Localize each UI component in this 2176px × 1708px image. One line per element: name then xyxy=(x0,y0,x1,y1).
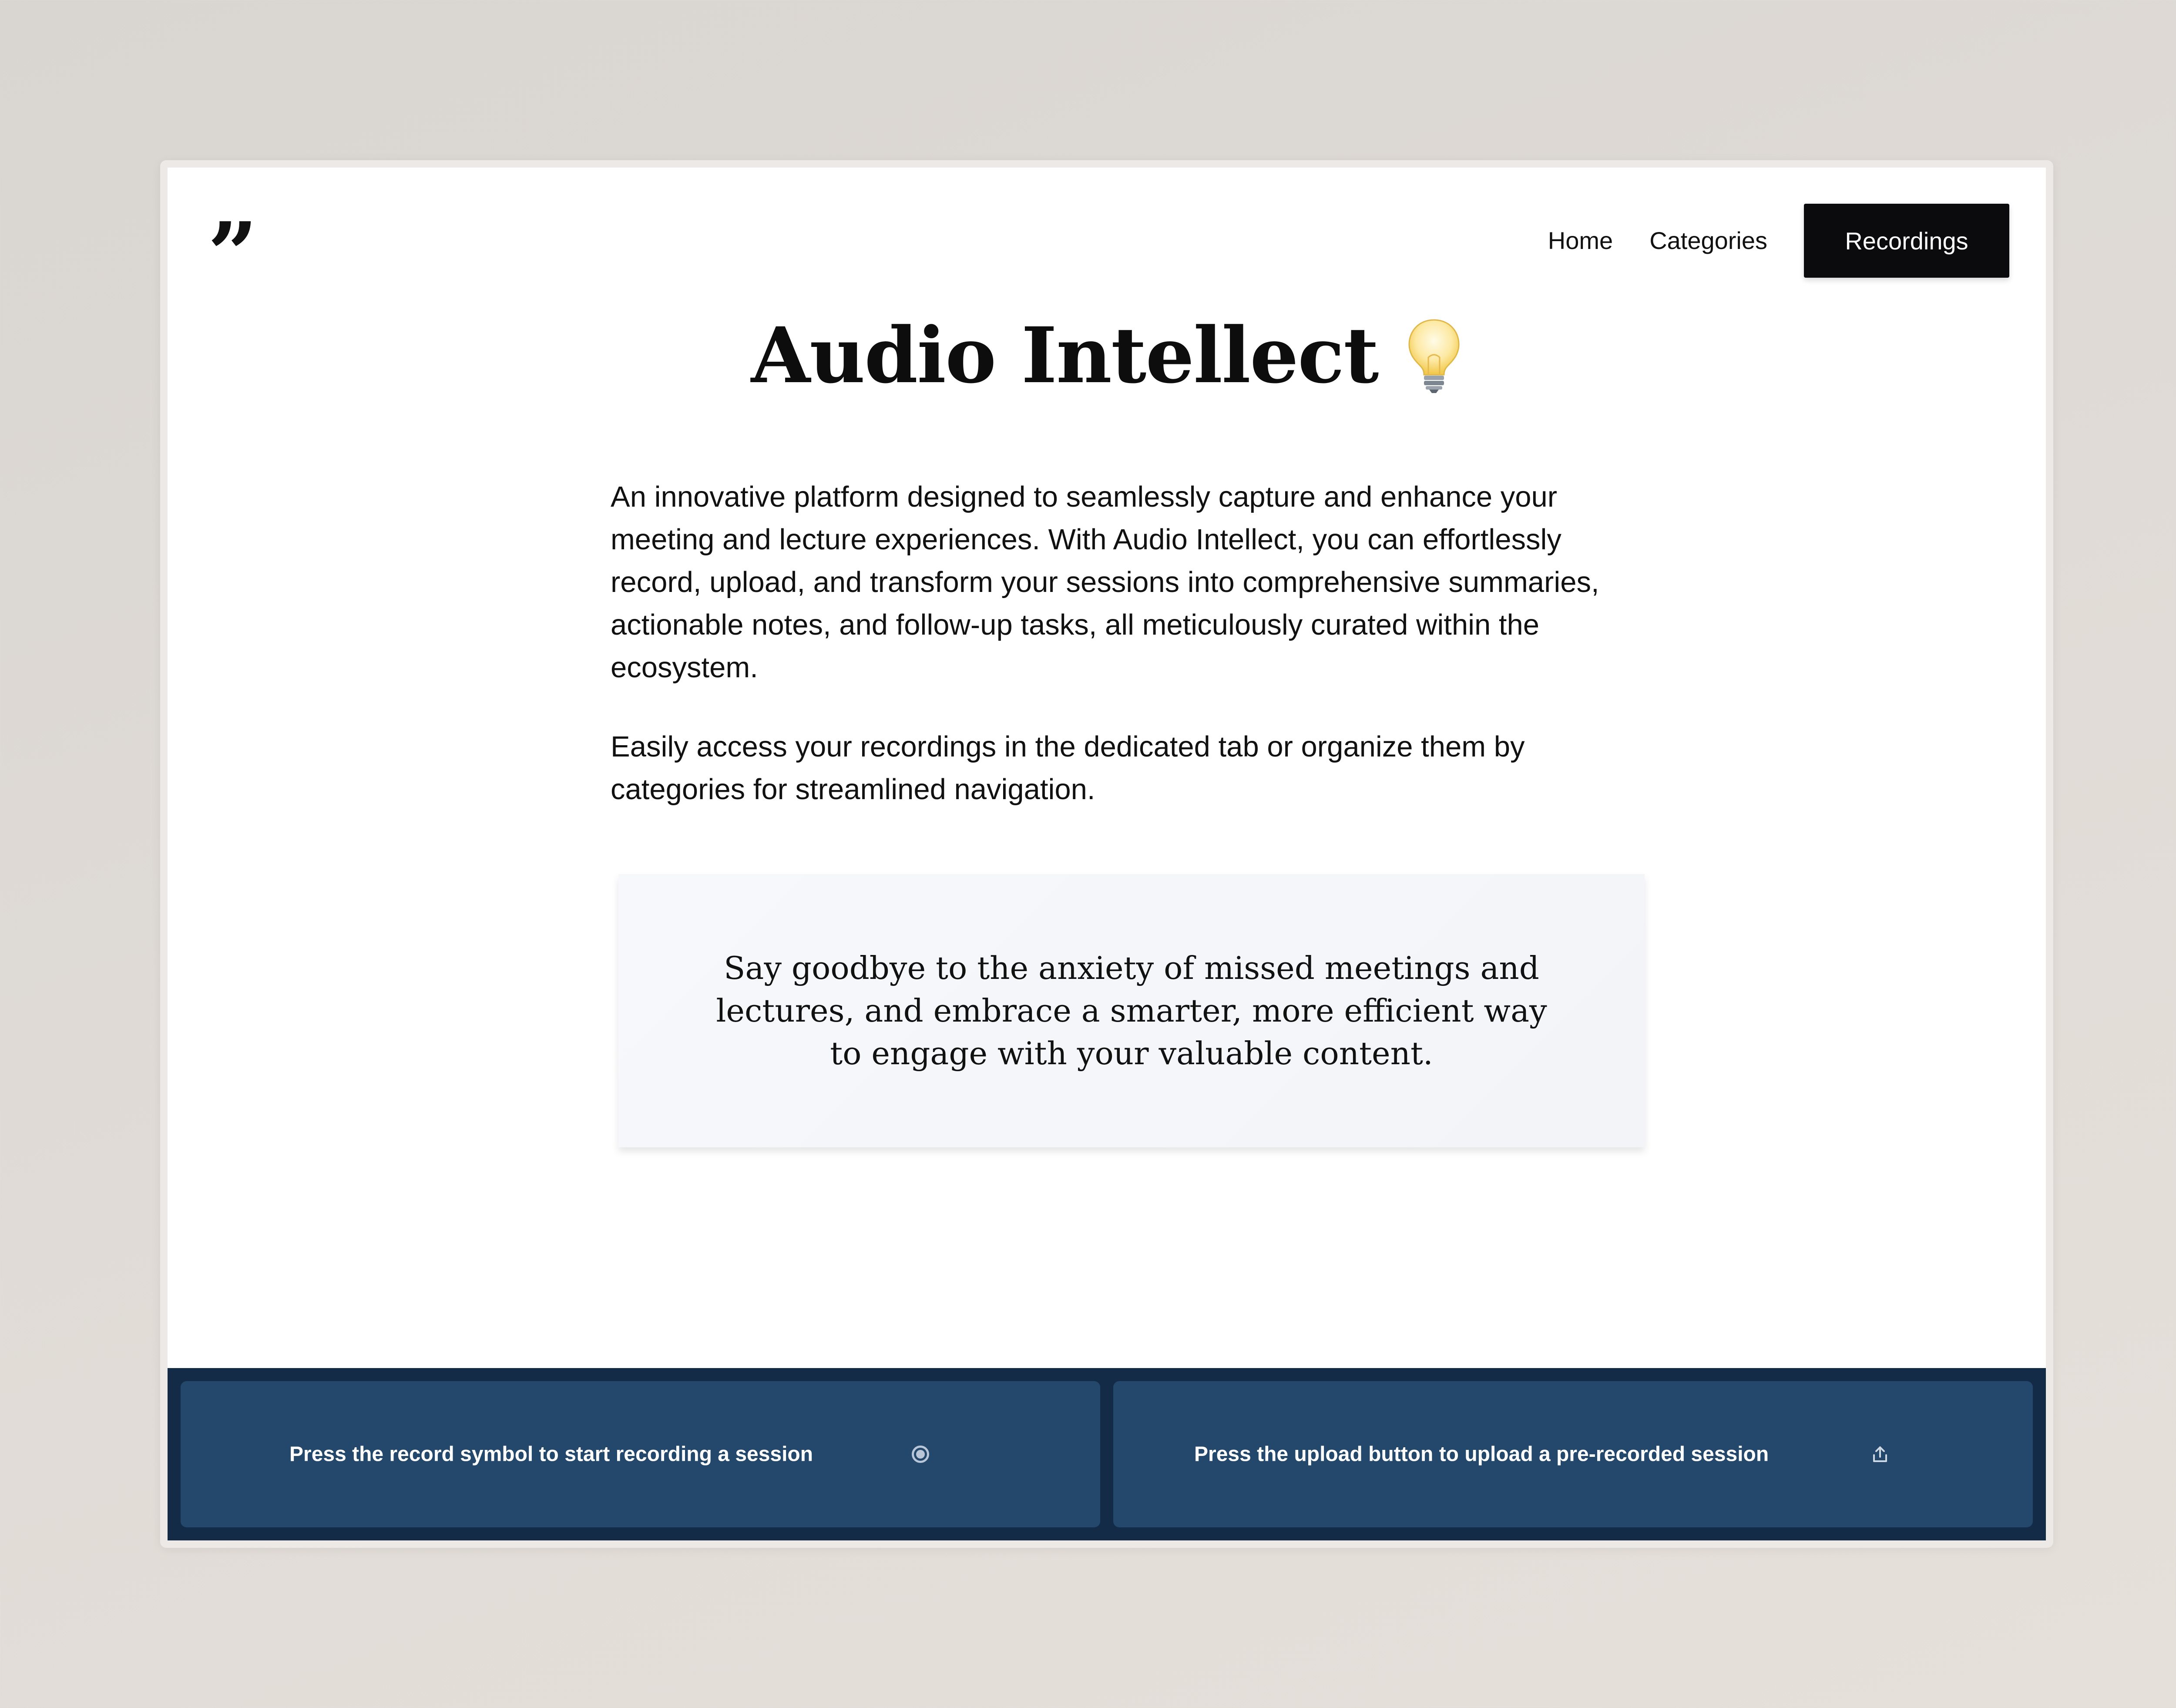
intro-paragraph: An innovative platform designed to seaml… xyxy=(611,481,1599,684)
top-nav: Home Categories Recordings xyxy=(1548,204,2009,278)
upload-session-label: Press the upload button to upload a pre-… xyxy=(1194,1442,1769,1466)
upload-session-button[interactable]: Press the upload button to upload a pre-… xyxy=(1113,1381,2033,1527)
quote-logo-icon[interactable]: ” xyxy=(208,211,258,298)
lightbulb-icon xyxy=(1406,317,1462,394)
intro-section: An innovative platform designed to seaml… xyxy=(611,476,1646,811)
record-session-label: Press the record symbol to start recordi… xyxy=(289,1442,813,1466)
quote-text: Say goodbye to the anxiety of missed mee… xyxy=(716,950,1547,1072)
upload-icon[interactable] xyxy=(1870,1445,1890,1464)
page-title: Audio Intellect xyxy=(751,310,1379,400)
record-session-button[interactable]: Press the record symbol to start recordi… xyxy=(181,1381,1100,1527)
hero-title-row: Audio Intellect xyxy=(168,313,2046,398)
nav-home-link[interactable]: Home xyxy=(1548,229,1613,253)
record-icon[interactable] xyxy=(912,1446,929,1463)
quote-card: Say goodbye to the anxiety of missed mee… xyxy=(618,874,1645,1147)
nav-categories-link[interactable]: Categories xyxy=(1649,229,1767,253)
nav-recordings-button[interactable]: Recordings xyxy=(1804,204,2009,278)
action-bar: Press the record symbol to start recordi… xyxy=(168,1368,2046,1540)
app-window: ” Home Categories Recordings Audio Intel… xyxy=(160,160,2053,1548)
intro-paragraph-secondary: Easily access your recordings in the ded… xyxy=(611,730,1525,806)
record-dot xyxy=(916,1450,925,1459)
